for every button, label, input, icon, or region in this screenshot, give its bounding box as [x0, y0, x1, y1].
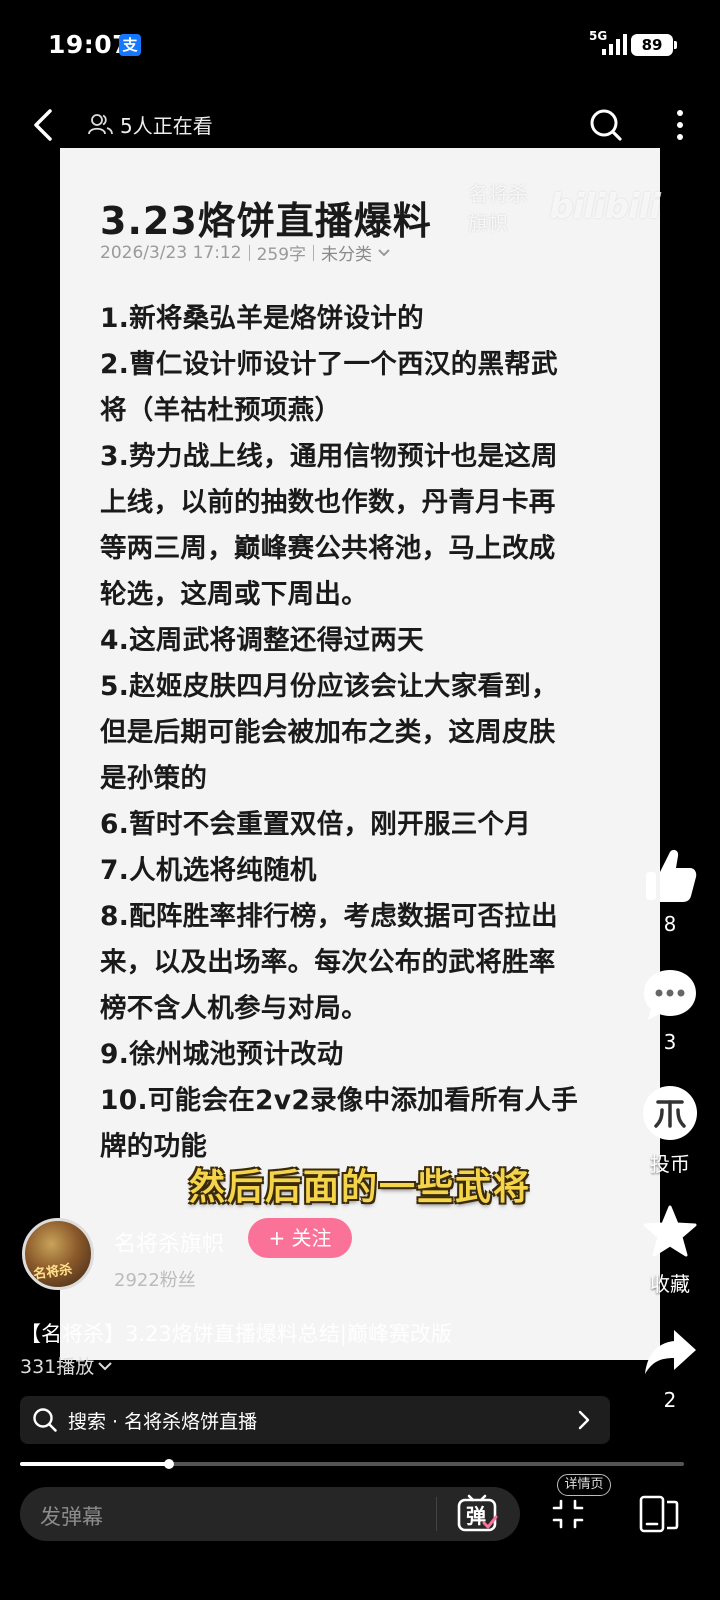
search-icon[interactable]: [586, 103, 626, 147]
favorite-label: 收藏: [650, 1272, 690, 1296]
bottom-bar: 发弹幕 弹 详情页: [0, 1474, 720, 1560]
share-count: 2: [663, 1388, 677, 1412]
danmaku-toggle-label: 弹: [466, 1504, 486, 1528]
video-progress-bar[interactable]: [20, 1459, 684, 1469]
article-line: 10.可能会在2v2录像中添加看所有人手: [100, 1085, 579, 1116]
chevron-down-icon: [98, 1361, 112, 1370]
share-icon: [645, 1330, 696, 1374]
article-line: 榜不含人机参与对局。: [100, 993, 368, 1024]
comment-button[interactable]: 3: [630, 966, 710, 1054]
related-search-text: 搜索 · 名将杀烙饼直播: [68, 1410, 258, 1433]
star-icon: [643, 1205, 697, 1257]
people-icon: [88, 114, 113, 135]
danmaku-toggle-icon[interactable]: 弹: [456, 1493, 500, 1535]
screen-rotate-icon[interactable]: [638, 1494, 680, 1534]
more-options-icon[interactable]: [664, 103, 696, 147]
danmaku-divider: [436, 1497, 437, 1531]
article-word-count: 259字: [256, 245, 307, 265]
chevron-right-icon: [578, 1410, 590, 1430]
article-line: 2.曹仁设计师设计了一个西汉的黑帮武: [100, 349, 558, 380]
progress-fill: [20, 1462, 170, 1466]
article-line: 但是后期可能会被加布之类，这周皮肤: [100, 717, 556, 748]
meta-divider: [248, 244, 250, 261]
comment-icon: [644, 970, 696, 1020]
bilibili-logo: bilibili: [549, 187, 661, 227]
like-count: 8: [663, 912, 677, 936]
status-time: 19:07: [48, 30, 131, 59]
avatar-text: 名将杀: [32, 1262, 74, 1283]
coin-icon: [643, 1086, 697, 1140]
article-line: 3.势力战上线，通用信物预计也是这周: [100, 441, 558, 472]
viewers-text: 5人正在看: [120, 113, 213, 138]
article-line: 是孙策的: [100, 763, 208, 794]
follow-button[interactable]: + 关注: [248, 1218, 352, 1258]
article-line: 来，以及出场率。每次公布的武将胜率: [100, 947, 556, 978]
article-line: 上线，以前的抽数也作数，丹青月卡再: [100, 487, 556, 518]
avatar[interactable]: 名将杀: [22, 1218, 94, 1290]
detail-page-badge[interactable]: 详情页: [557, 1474, 611, 1496]
article-body: 1.新将桑弘羊是烙饼设计的 2.曹仁设计师设计了一个西汉的黑帮武 将（羊祜杜预项…: [100, 296, 625, 1170]
article-category: 未分类: [321, 245, 373, 265]
article-line: 8.配阵胜率排行榜，考虑数据可否拉出: [100, 901, 558, 932]
play-count-text: 331播放: [20, 1356, 95, 1378]
status-bar: 19:07 支 5G 89: [0, 0, 720, 90]
article-line: 7.人机选将纯随机: [100, 855, 317, 886]
back-arrow-icon[interactable]: [26, 103, 66, 147]
meta-divider: [313, 244, 315, 261]
danmaku-placeholder: 发弹幕: [40, 1505, 103, 1529]
coin-button[interactable]: 投币: [630, 1084, 710, 1177]
thumbs-up-icon: [646, 849, 697, 902]
watermark-name: 名将杀旗帜: [468, 182, 528, 235]
article-line: 1.新将桑弘羊是烙饼设计的: [100, 303, 424, 334]
like-button[interactable]: 8: [630, 846, 710, 936]
article-line: 6.暂时不会重置双倍，刚开服三个月: [100, 809, 532, 840]
article-meta: 2026/3/23 17:12 259字 未分类: [100, 240, 391, 265]
video-title[interactable]: 【名将杀】3.23烙饼直播爆料总结|巅峰赛改版: [20, 1318, 452, 1348]
danmaku-input[interactable]: 发弹幕 弹: [20, 1487, 520, 1541]
search-icon: [33, 1408, 57, 1432]
article-line: 将（羊祜杜预项燕）: [100, 395, 342, 426]
signal-icon: [602, 34, 627, 55]
article-line: 4.这周武将调整还得过两天: [100, 625, 424, 656]
fans-count: 2922粉丝: [114, 1270, 196, 1291]
viewers-count: 5人正在看: [88, 109, 213, 139]
bilibili-watermark: 名将杀旗帜 bilibili: [468, 178, 661, 236]
coin-label: 投币: [650, 1152, 690, 1176]
chevron-down-icon: [378, 248, 390, 256]
related-search-bar[interactable]: 搜索 · 名将杀烙饼直播: [20, 1396, 610, 1444]
battery-icon: 89: [631, 34, 677, 56]
comment-count: 3: [663, 1030, 677, 1054]
favorite-button[interactable]: 收藏: [630, 1204, 710, 1297]
article-line: 轮选，这周或下周出。: [100, 579, 368, 610]
uploader-name[interactable]: 名将杀旗帜: [114, 1226, 224, 1258]
share-button[interactable]: 2: [630, 1324, 710, 1412]
article-datetime: 2026/3/23 17:12: [100, 242, 242, 263]
top-bar: 5人正在看: [0, 95, 720, 155]
play-count[interactable]: 331播放: [20, 1352, 113, 1379]
article-title: 3.23烙饼直播爆料: [100, 199, 432, 243]
article-line: 5.赵姬皮肤四月份应该会让大家看到，: [100, 671, 558, 702]
article-line: 等两三周，巅峰赛公共将池，马上改成: [100, 533, 556, 564]
progress-handle[interactable]: [164, 1459, 175, 1469]
article-line: 9.徐州城池预计改动: [100, 1039, 344, 1070]
video-subtitle: 然后后面的一些武将: [188, 1167, 531, 1208]
alipay-icon: 支: [119, 34, 141, 56]
fullscreen-icon[interactable]: [552, 1498, 584, 1530]
